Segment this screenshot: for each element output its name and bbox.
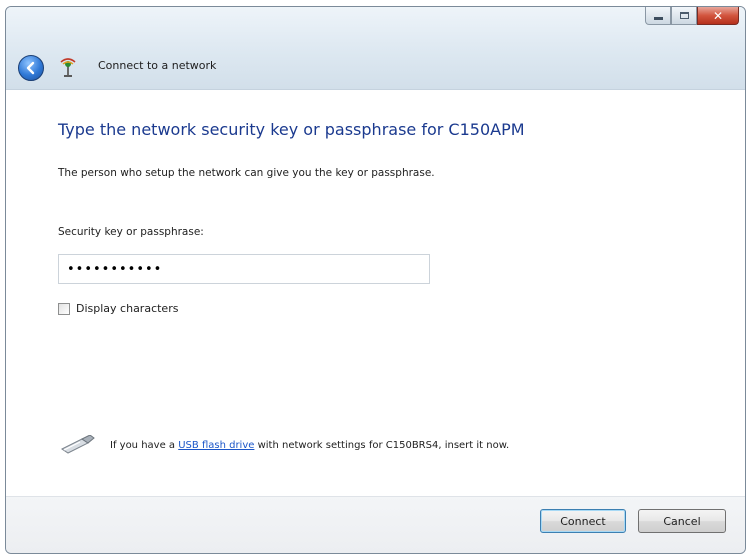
window-controls: ✕: [645, 7, 739, 27]
usb-hint-text: If you have a USB flash drive with netwo…: [110, 440, 509, 451]
minimize-button[interactable]: [645, 7, 671, 25]
security-key-input[interactable]: [58, 254, 430, 284]
maximize-button[interactable]: [671, 7, 697, 25]
display-characters-label: Display characters: [76, 302, 179, 315]
usb-hint-prefix: If you have a: [110, 439, 179, 451]
display-characters-row[interactable]: Display characters: [58, 302, 178, 315]
window-title: Connect to a network: [98, 59, 217, 72]
cancel-button[interactable]: Cancel: [638, 509, 726, 533]
close-button[interactable]: ✕: [697, 7, 739, 25]
connect-button[interactable]: Connect: [540, 509, 626, 533]
security-key-label: Security key or passphrase:: [58, 226, 204, 238]
minimize-icon: [653, 17, 663, 20]
usb-flash-drive-link[interactable]: USB flash drive: [178, 440, 254, 451]
usb-drive-icon: [61, 435, 95, 454]
close-icon: ✕: [712, 8, 724, 23]
display-characters-checkbox[interactable]: [58, 302, 70, 315]
page-heading: Type the network security key or passphr…: [58, 120, 525, 139]
back-button[interactable]: [18, 55, 44, 81]
dialog-content: Type the network security key or passphr…: [6, 89, 745, 500]
back-arrow-icon: [26, 61, 35, 75]
network-icon: [60, 58, 76, 77]
usb-hint-row: If you have a USB flash drive with netwo…: [58, 435, 509, 455]
title-bar: ✕ Connect to a network: [6, 7, 745, 89]
description-text: The person who setup the network can giv…: [58, 167, 435, 179]
usb-hint-suffix: with network settings for C150BRS4, inse…: [254, 439, 510, 451]
maximize-icon: [679, 12, 689, 19]
button-bar: Connect Cancel: [6, 496, 745, 553]
connect-network-window: ✕ Connect to a network Type the network …: [5, 6, 746, 554]
